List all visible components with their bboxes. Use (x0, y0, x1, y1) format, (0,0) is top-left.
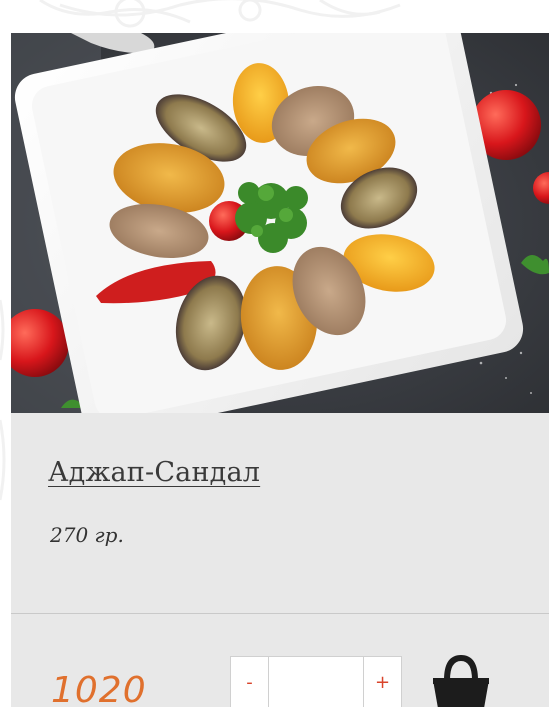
quantity-increase-button[interactable]: + (363, 657, 401, 707)
product-price: 1020 (51, 670, 147, 707)
shopping-basket-icon[interactable] (425, 654, 497, 707)
product-title-link[interactable]: Аджап-Сандал (48, 457, 260, 488)
purchase-row: 1020 - + (11, 614, 549, 707)
product-weight: 270 гр. (50, 523, 124, 547)
product-card: Аджап-Сандал 270 гр. 1020 - + (11, 33, 549, 707)
quantity-input[interactable] (269, 657, 363, 707)
quantity-decrease-button[interactable]: - (231, 657, 269, 707)
product-image[interactable] (11, 33, 549, 413)
shopping-basket-icon-graphic (433, 654, 489, 707)
product-info: Аджап-Сандал 270 гр. (11, 413, 549, 613)
product-page: Аджап-Сандал 270 гр. 1020 - + (0, 0, 549, 707)
quantity-stepper: - + (230, 656, 402, 707)
dish-photo-graphic (11, 33, 549, 413)
